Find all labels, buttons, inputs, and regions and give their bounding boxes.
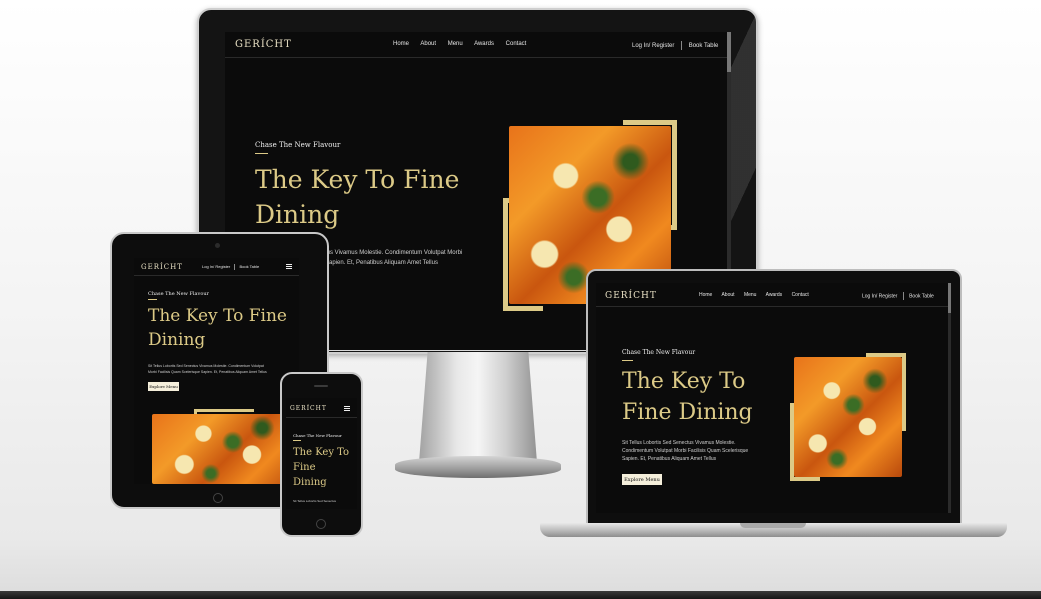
laptop-book-table-link[interactable]: Book Table	[909, 293, 934, 299]
login-link[interactable]: Log In/ Register	[632, 43, 674, 49]
tablet-login-link[interactable]: Log In/ Register	[202, 264, 230, 269]
hero-subtitle: Chase The New Flavour	[255, 141, 341, 149]
phone-hero-title: The Key To Fine Dining	[293, 447, 350, 488]
nav-home[interactable]: Home	[393, 41, 409, 47]
tablet-home-button[interactable]	[213, 493, 223, 503]
laptop-screen: GERÍCHT Home About Menu Awards Contact L…	[596, 283, 951, 513]
laptop-nav-about[interactable]: About	[721, 292, 734, 298]
spoon-divider	[255, 153, 268, 154]
tablet-book-table-link[interactable]: Book Table	[240, 264, 260, 269]
laptop-navbar: GERÍCHT Home About Menu Awards Contact L…	[596, 283, 951, 307]
laptop-nav-menu[interactable]: Menu	[744, 292, 757, 298]
tablet-screen: GERÍCHT Log In/ Register Book Table Chas…	[134, 258, 299, 484]
desktop-navbar: GERÍCHT Home About Menu Awards Contact L…	[225, 32, 731, 58]
laptop-scrollbar[interactable]	[948, 283, 951, 513]
phone-hero-description: Sit Tellus Lobortis Sed Senectus	[293, 499, 336, 503]
laptop-nav-contact[interactable]: Contact	[792, 292, 809, 298]
laptop-notch	[740, 523, 806, 528]
laptop-brand-logo[interactable]: GERÍCHT	[605, 291, 657, 301]
tablet-hero-food-image	[152, 414, 299, 484]
phone-screen: GERÍCHT Chase The New Flavour The Key To…	[286, 398, 357, 509]
laptop-explore-menu-button[interactable]: Explore Menu	[622, 474, 662, 485]
tablet-brand-logo[interactable]: GERÍCHT	[141, 263, 183, 271]
monitor-base	[395, 456, 561, 478]
laptop-spoon-divider	[622, 360, 633, 361]
tablet-nav-divider	[234, 264, 236, 270]
phone-hero-subtitle: Chase The New Flavour	[293, 433, 342, 438]
nav-awards[interactable]: Awards	[474, 41, 494, 47]
tablet-camera	[215, 243, 220, 248]
phone-home-button[interactable]	[316, 519, 326, 529]
tablet-hero-subtitle: Chase The New Flavour	[148, 291, 209, 297]
nav-contact[interactable]: Contact	[506, 41, 527, 47]
tablet-explore-menu-button[interactable]: Explore Menu	[148, 382, 179, 391]
tablet-menu-icon[interactable]	[286, 264, 292, 269]
hero-title: The Key To Fine Dining	[255, 165, 460, 229]
tablet-hero-title: The Key To Fine Dining	[148, 306, 287, 350]
laptop-nav-divider	[902, 292, 904, 300]
laptop-hero-title: The Key To Fine Dining	[622, 369, 753, 425]
tablet-spoon-divider	[148, 299, 157, 300]
laptop-login-link[interactable]: Log In/ Register	[862, 293, 897, 299]
phone-speaker	[314, 385, 328, 387]
laptop-hero-food-image	[794, 357, 902, 477]
hero-description: tus Vivamus Molestie. Condimentum Volutp…	[325, 250, 463, 266]
laptop-hero-subtitle: Chase The New Flavour	[622, 349, 696, 356]
nav-menu[interactable]: Menu	[448, 41, 463, 47]
phone-navbar: GERÍCHT	[286, 398, 357, 418]
laptop-nav-home[interactable]: Home	[699, 292, 712, 298]
tablet-navbar: GERÍCHT Log In/ Register Book Table	[134, 258, 299, 276]
phone-menu-icon[interactable]	[344, 406, 350, 411]
phone-spoon-divider	[293, 440, 301, 441]
tablet-hero-description: Sit Tellus Lobortis Sed Senectus Vivamus…	[148, 364, 267, 374]
nav-divider	[681, 41, 683, 50]
floor-edge	[0, 591, 1041, 599]
book-table-link[interactable]: Book Table	[689, 43, 719, 49]
phone-brand-logo[interactable]: GERÍCHT	[290, 405, 327, 412]
laptop-nav-awards[interactable]: Awards	[766, 292, 783, 298]
nav-about[interactable]: About	[420, 41, 436, 47]
laptop-hero-description: Sit Tellus Lobortis Sed Senectus Vivamus…	[622, 440, 749, 462]
desktop-brand-logo[interactable]: GERÍCHT	[235, 39, 292, 50]
monitor-stand	[419, 352, 537, 460]
